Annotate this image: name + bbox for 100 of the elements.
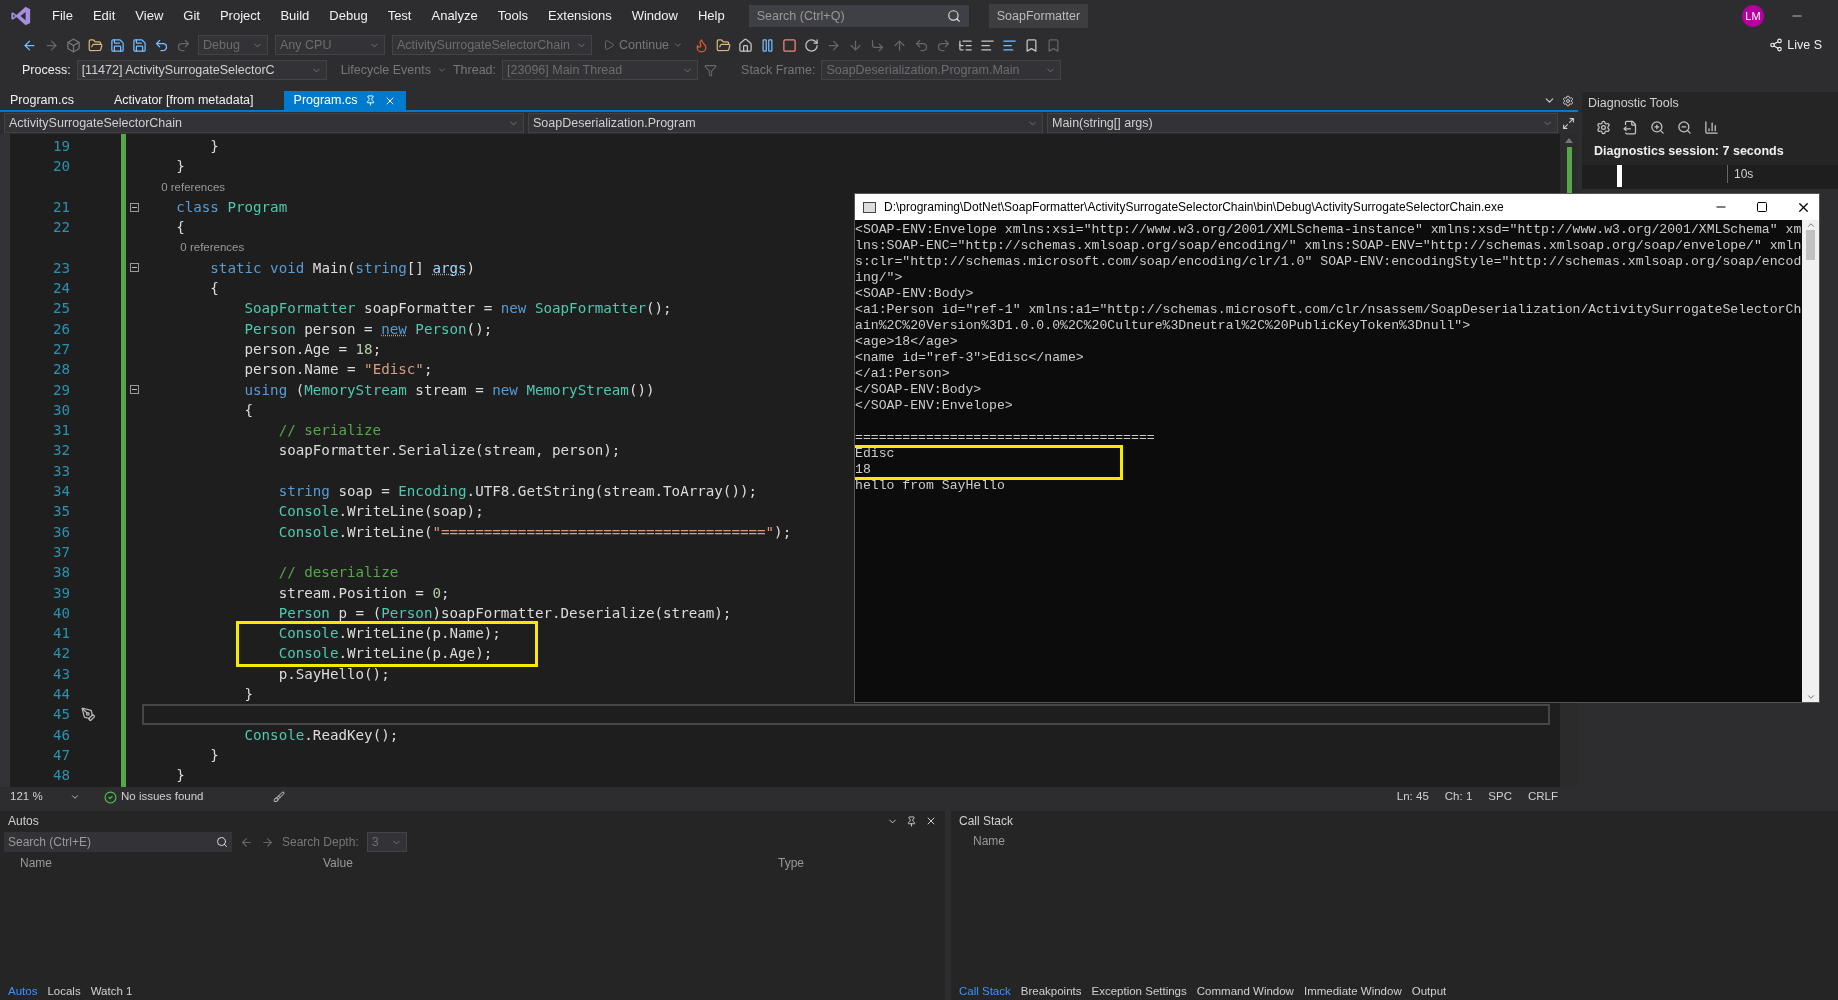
stop-icon[interactable] [782, 37, 798, 53]
reference-count[interactable]: 0 references [142, 176, 226, 197]
back-icon[interactable] [22, 37, 37, 53]
panel-tab[interactable]: Output [1411, 983, 1447, 1000]
panel-tab[interactable]: Watch 1 [90, 983, 133, 1000]
redo-icon[interactable] [936, 37, 952, 53]
menu-item[interactable]: View [125, 6, 174, 26]
step-out-icon[interactable] [892, 37, 908, 53]
settings-icon[interactable] [1596, 119, 1611, 135]
save-icon[interactable] [110, 37, 125, 53]
panel-tab[interactable]: Exception Settings [1091, 983, 1187, 1000]
code-line: { [243, 400, 254, 420]
timeline-cursor[interactable] [1617, 164, 1622, 187]
live-share-button[interactable]: Live S [1769, 35, 1822, 55]
menu-item[interactable]: Window [621, 6, 688, 26]
scroll-down-icon [1805, 692, 1816, 702]
filter-icon [704, 63, 718, 77]
menu-item[interactable]: Project [209, 6, 271, 26]
code-line: person.Name = "Edisc"; [243, 360, 433, 380]
outdent-icon[interactable] [1002, 37, 1018, 53]
menu-item[interactable]: Edit [82, 6, 126, 26]
session-duration: Diagnostics session: 7 seconds [1593, 143, 1785, 160]
zoom-dropdown[interactable]: 121 % [10, 788, 60, 806]
code-line: } [209, 137, 219, 156]
home-icon[interactable] [738, 37, 754, 53]
save-all-icon[interactable] [132, 37, 147, 53]
scrollbar-thumb[interactable] [1806, 230, 1815, 260]
pin-icon[interactable] [365, 95, 377, 106]
code-line: stream.Position = 0; [277, 583, 450, 603]
hierarchy-icon[interactable] [958, 37, 974, 53]
menu-item[interactable]: Build [270, 6, 320, 26]
column-header[interactable]: Name [20, 854, 323, 872]
collapse-icon[interactable] [129, 202, 139, 212]
issues-status[interactable]: No issues found [121, 788, 204, 806]
collapse-icon[interactable] [129, 385, 139, 395]
type-dropdown[interactable]: SoapDeserialization.Program [528, 113, 1043, 133]
panel-tab[interactable]: Command Window [1196, 983, 1294, 1000]
forward-icon[interactable] [44, 37, 59, 53]
collapse-icon[interactable] [129, 263, 139, 273]
export-icon[interactable] [1623, 119, 1638, 135]
user-avatar[interactable]: LM [1742, 5, 1764, 27]
edit-pen-icon[interactable] [80, 706, 96, 722]
menu-item[interactable]: Debug [319, 6, 378, 26]
panel-tab[interactable]: Breakpoints [1020, 983, 1082, 1000]
step-over-icon[interactable] [870, 37, 886, 53]
console-output-line: lns:SOAP-ENC="http://schemas.xmlsoap.org/soap/encoding/" xmlns:SOAP-ENV="http://schemas.xmlsoap.org/soap/envelope/" xmln [855, 238, 1802, 254]
zoom-out-icon[interactable] [1677, 119, 1692, 135]
bookmark-icon[interactable] [1024, 37, 1040, 53]
indent-icon[interactable] [980, 37, 996, 53]
menu-item[interactable]: Extensions [538, 6, 622, 26]
restart-icon[interactable] [804, 37, 820, 53]
folder-search-icon[interactable] [716, 37, 732, 53]
document-tab[interactable]: Program.cs [283, 91, 407, 110]
step-icon[interactable] [826, 37, 842, 53]
menu-item[interactable]: Tools [487, 6, 539, 26]
play-icon[interactable] [603, 39, 615, 51]
column-header[interactable]: Value [323, 854, 778, 872]
line-indicator: Ln: 45 [1396, 789, 1429, 805]
menu-item[interactable]: Git [173, 6, 210, 26]
console-output-line: <a1:Person id="ref-1" xmlns:a1="http://schemas.microsoft.com/clr/nsassem/SoapDeserialization/ActivitySurrogateSelectorCh [855, 302, 1802, 318]
code-line: { [209, 279, 219, 299]
menu-item[interactable]: Test [377, 6, 422, 26]
member-dropdown[interactable]: Main(string[] args) [1047, 113, 1558, 133]
panel-tab[interactable]: Autos [8, 983, 38, 1000]
process-dropdown[interactable]: [11472] ActivitySurrogateSelectorC [76, 60, 327, 80]
window-title: D:\programing\DotNet\SoapFormatter\ActivitySurrogateSelectorChain\bin\Debug\ActivitySurrogateSelectorChain.exe [884, 199, 1504, 216]
undo-icon[interactable] [154, 37, 169, 53]
folder-icon[interactable] [88, 37, 103, 53]
code-line: string soap = Encoding.UTF8.GetString(stream.ToArray()); [277, 482, 758, 502]
line-number: 47 [52, 746, 70, 763]
search-icon[interactable] [216, 836, 228, 848]
redo-icon[interactable] [176, 37, 191, 53]
code-line: static void Main(string[] args) [209, 258, 476, 278]
panel-tab[interactable]: Immediate Window [1303, 983, 1402, 1000]
line-number: 40 [52, 604, 70, 621]
pause-icon[interactable] [760, 37, 776, 53]
line-number: 27 [52, 340, 70, 357]
stack-frame-label: Stack Frame: [741, 61, 816, 79]
zoom-in-icon[interactable] [1650, 119, 1665, 135]
column-header[interactable]: Name [973, 832, 1005, 850]
chart-icon[interactable] [1704, 119, 1719, 135]
panel-tab[interactable]: Call Stack [959, 983, 1011, 1000]
whitespace-indicator: SPC [1488, 789, 1512, 805]
line-number: 44 [52, 686, 70, 702]
reference-count[interactable]: 0 references [142, 237, 245, 258]
menu-item[interactable]: Analyze [421, 6, 488, 26]
document-tab[interactable]: Program.cs [0, 91, 84, 110]
console-output-line: <SOAP-ENV:Envelope xmlns:xsi="http://www.w3.org/2001/XMLSchema-instance" xmlns:xsd="http://www.w3.org/2001/XMLSchema" xm [855, 222, 1802, 238]
column-header[interactable]: Type [778, 854, 928, 872]
search-icon[interactable] [946, 9, 961, 23]
panel-tab[interactable]: Locals [47, 983, 81, 1000]
menu-item[interactable]: File [42, 6, 83, 26]
new-item-icon[interactable] [66, 37, 81, 53]
step-into-icon[interactable] [848, 37, 864, 53]
document-tab[interactable]: Activator [from metadata] [103, 91, 264, 110]
bookmark-previous-icon[interactable] [1046, 37, 1062, 53]
share-icon[interactable] [1769, 38, 1784, 52]
menu-item[interactable]: Help [687, 6, 735, 26]
code-line: } [243, 685, 254, 704]
project-dropdown[interactable]: ActivitySurrogateSelectorChain [4, 113, 524, 133]
